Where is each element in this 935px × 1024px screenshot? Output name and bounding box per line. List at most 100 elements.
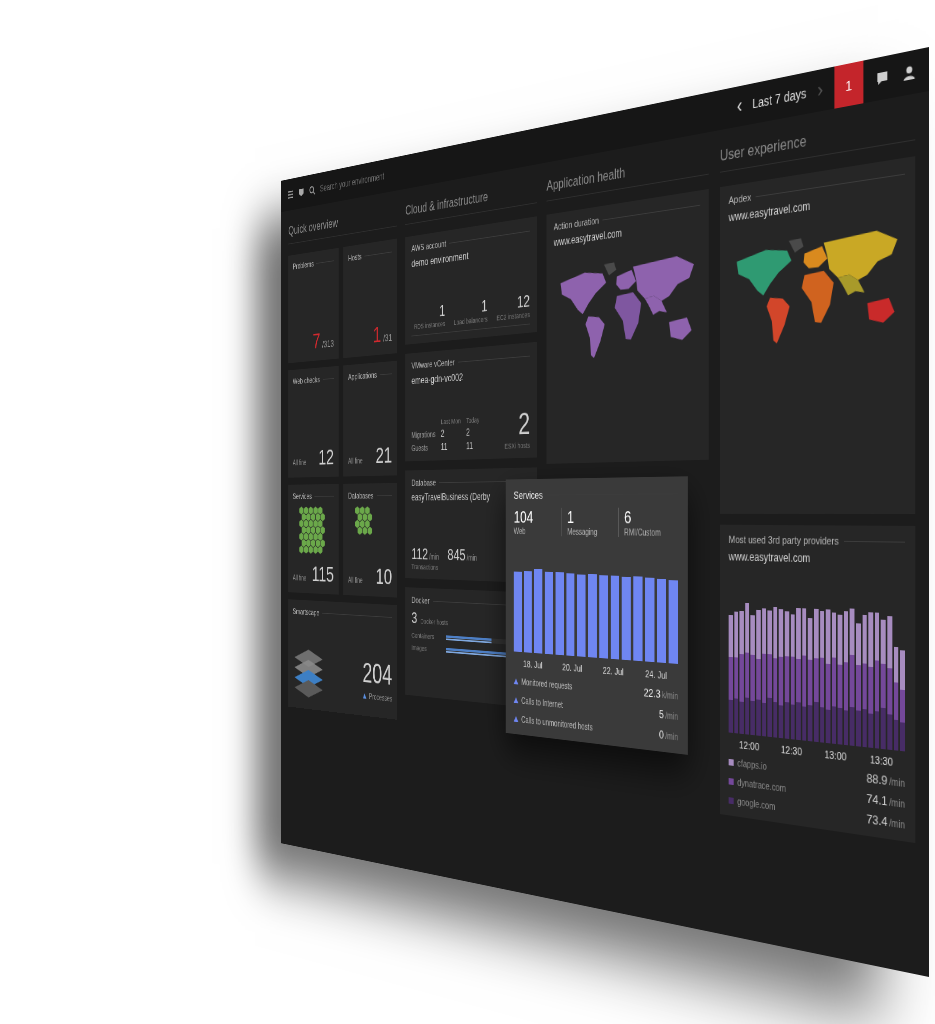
stacked-bar[interactable] [790, 598, 794, 739]
overview-tile[interactable]: Smartscape204 Processes [288, 599, 397, 719]
chart-bar[interactable] [545, 571, 553, 654]
bar-segment [856, 623, 861, 665]
search-field[interactable]: Search your environment [320, 171, 384, 194]
chart-bar[interactable] [657, 579, 666, 664]
count-value: 104 [514, 508, 557, 527]
overview-tile[interactable]: Hosts1/31 [343, 239, 397, 359]
overview-tile[interactable]: ServicesAll fine115 [288, 484, 338, 595]
chart-bar[interactable] [610, 575, 619, 659]
chart-bar[interactable] [599, 575, 608, 658]
bar-segment [881, 664, 886, 709]
aws-stat: 1Load balancers [454, 297, 488, 327]
world-map[interactable] [554, 246, 701, 369]
world-map[interactable] [729, 219, 905, 355]
stacked-bar[interactable] [869, 602, 874, 748]
stacked-bar[interactable] [808, 599, 812, 741]
overview-tile[interactable]: Problems7/313 [288, 248, 338, 363]
stacked-bar[interactable] [802, 599, 806, 741]
stacked-bar[interactable] [745, 596, 749, 734]
stacked-bar[interactable] [856, 601, 861, 747]
overview-tile[interactable]: ApplicationsAll fine21 [343, 361, 397, 477]
chart-bar[interactable] [669, 581, 678, 664]
stacked-bar[interactable] [838, 600, 842, 744]
chart-bar[interactable] [514, 571, 522, 652]
stacked-bar[interactable] [862, 601, 867, 747]
stacked-bar[interactable] [785, 598, 789, 739]
stacked-bar[interactable] [894, 603, 899, 751]
logo-icon[interactable] [298, 187, 304, 198]
bar-segment [894, 647, 899, 683]
vmware-card[interactable]: VMware vCenteremea-gdn-vc002Last MonToda… [405, 342, 537, 461]
bar-segment [894, 682, 899, 720]
legend-label: cfapps.io [737, 758, 766, 772]
stacked-bar[interactable] [900, 603, 905, 752]
stacked-bar[interactable] [887, 602, 892, 750]
stacked-bar[interactable] [881, 602, 886, 749]
bar-segment [734, 698, 738, 733]
bar-segment [900, 723, 905, 752]
stacked-bar[interactable] [844, 601, 848, 746]
bar-segment [900, 690, 905, 723]
stacked-bar[interactable] [773, 598, 777, 738]
bar-segment [802, 608, 806, 655]
chart-bar[interactable] [566, 574, 574, 657]
legend-value: 74.1 [867, 791, 888, 808]
bar-segment [850, 609, 855, 655]
action-duration-card[interactable]: Action durationwww.easytravel.com [547, 189, 709, 464]
bar-segment [850, 655, 855, 707]
bar-segment [790, 656, 794, 704]
bar-segment [832, 657, 836, 706]
stacked-bar[interactable] [779, 598, 783, 738]
chart-bar[interactable] [633, 577, 642, 662]
stacked-bar[interactable] [756, 597, 760, 736]
stacked-bar[interactable] [875, 602, 880, 749]
overview-tile[interactable]: Web checksAll fine12 [288, 366, 338, 478]
aws-card[interactable]: AWS accountdemo environment1RDS instance… [405, 216, 537, 344]
chart-bar[interactable] [534, 569, 542, 653]
stacked-bar[interactable] [826, 600, 830, 744]
bar-segment [887, 714, 892, 750]
chart-bar[interactable] [577, 574, 586, 657]
user-icon[interactable] [902, 62, 917, 83]
apdex-card[interactable]: Apdexwww.easytravel.com [720, 156, 915, 514]
chart-bar[interactable] [588, 574, 597, 658]
stacked-bar[interactable] [814, 599, 818, 742]
stacked-bar[interactable] [832, 600, 836, 744]
stacked-bar[interactable] [740, 596, 744, 734]
stacked-bar[interactable] [850, 601, 855, 746]
chart-bar[interactable] [555, 572, 563, 655]
stacked-bar[interactable] [820, 600, 824, 743]
bar-segment [779, 609, 783, 657]
count-label: RMI/Custom [624, 528, 673, 538]
stacked-bar[interactable] [729, 596, 733, 733]
problems-badge[interactable]: 1 [834, 61, 863, 109]
legend-unit: /min [889, 776, 905, 789]
axis-tick: 13:30 [870, 753, 893, 767]
axis-tick: 22. Jul [603, 665, 624, 677]
stacked-bar[interactable] [762, 597, 766, 736]
overview-tile[interactable]: DatabasesAll fine10 [343, 483, 397, 598]
services-popup[interactable]: Services104Web1Messaging6RMI/Custom18. J… [506, 476, 688, 755]
menu-icon[interactable] [287, 189, 293, 200]
next-timeframe-button[interactable]: › [817, 79, 823, 101]
search-icon[interactable] [309, 185, 315, 196]
chat-icon[interactable] [875, 68, 890, 89]
chart-bar[interactable] [622, 577, 631, 661]
bar-segment [773, 659, 777, 703]
bar-segment [875, 711, 880, 749]
chart-bar[interactable] [645, 578, 654, 662]
stacked-bar[interactable] [734, 596, 738, 733]
bar-segment [796, 702, 800, 741]
docker-row-label: Images [411, 644, 442, 654]
stacked-bar[interactable] [768, 597, 772, 737]
series-marker-icon [514, 697, 519, 703]
bar-segment [881, 620, 886, 665]
chart-bar[interactable] [524, 571, 532, 653]
previous-timeframe-button[interactable]: ‹ [737, 96, 742, 117]
stacked-bar[interactable] [751, 597, 755, 736]
smartscape-layers-icon [293, 643, 325, 704]
stacked-bar[interactable] [796, 599, 800, 741]
table-column: Today [466, 416, 479, 425]
third-party-card[interactable]: Most used 3rd party providerswww.easytra… [720, 525, 915, 843]
timeframe-selector[interactable]: Last 7 days [752, 86, 806, 112]
